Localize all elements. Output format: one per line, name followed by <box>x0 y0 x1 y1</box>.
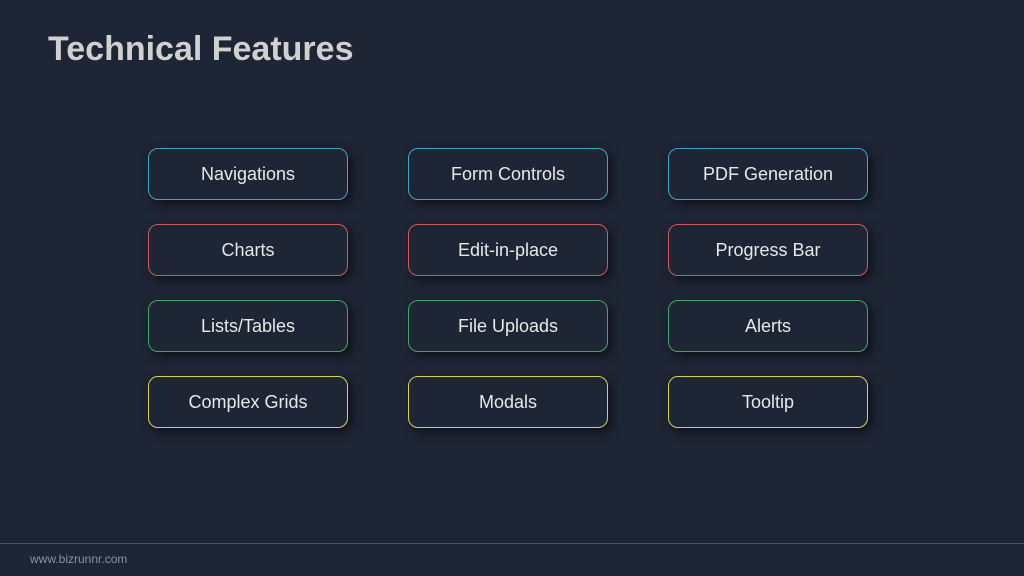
feature-progress-bar: Progress Bar <box>668 224 868 276</box>
feature-pdf-generation: PDF Generation <box>668 148 868 200</box>
feature-charts: Charts <box>148 224 348 276</box>
features-grid: Navigations Form Controls PDF Generation… <box>148 148 868 428</box>
feature-file-uploads: File Uploads <box>408 300 608 352</box>
feature-alerts: Alerts <box>668 300 868 352</box>
feature-complex-grids: Complex Grids <box>148 376 348 428</box>
feature-lists-tables: Lists/Tables <box>148 300 348 352</box>
feature-edit-in-place: Edit-in-place <box>408 224 608 276</box>
feature-navigations: Navigations <box>148 148 348 200</box>
slide-title: Technical Features <box>0 0 1024 69</box>
feature-modals: Modals <box>408 376 608 428</box>
footer-url: www.bizrunnr.com <box>0 543 1024 576</box>
feature-form-controls: Form Controls <box>408 148 608 200</box>
feature-tooltip: Tooltip <box>668 376 868 428</box>
